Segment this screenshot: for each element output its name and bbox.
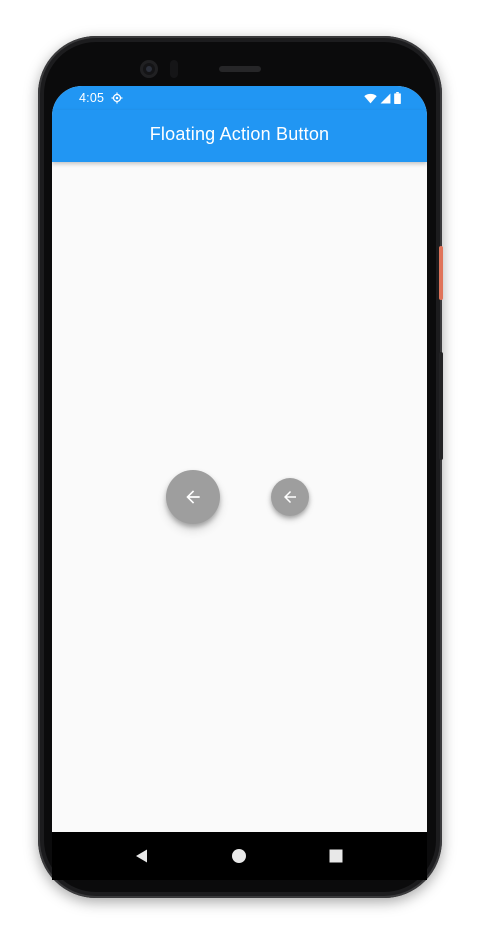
- back-fab-large[interactable]: [166, 470, 220, 524]
- volume-button: [439, 352, 443, 460]
- page-title: Floating Action Button: [149, 124, 330, 144]
- power-button: [439, 246, 443, 300]
- wifi-icon: [364, 93, 377, 103]
- arrow-back-icon: [186, 490, 200, 504]
- nav-home-icon: [232, 849, 246, 863]
- cell-signal-icon: [380, 93, 391, 103]
- status-time: 4:05: [79, 91, 105, 105]
- status-icons: [364, 92, 401, 104]
- system-navigation-bar: [52, 832, 427, 880]
- settings-gear-icon: [111, 92, 123, 104]
- front-camera: [140, 60, 158, 78]
- earpiece-speaker: [219, 66, 261, 72]
- nav-back-button[interactable]: [132, 846, 152, 866]
- arrow-back-icon: [284, 491, 296, 503]
- back-fab-small[interactable]: [271, 478, 309, 516]
- app-screen: 4:05 Floating Action Button: [52, 86, 427, 880]
- proximity-sensor: [170, 60, 178, 78]
- nav-recents-icon: [329, 849, 343, 863]
- battery-icon: [394, 92, 401, 104]
- status-bar: 4:05: [52, 86, 427, 110]
- content-area: [52, 162, 427, 832]
- nav-back-icon: [136, 849, 147, 863]
- nav-home-button[interactable]: [229, 846, 249, 866]
- nav-recents-button[interactable]: [326, 846, 346, 866]
- app-bar: Floating Action Button: [52, 110, 427, 162]
